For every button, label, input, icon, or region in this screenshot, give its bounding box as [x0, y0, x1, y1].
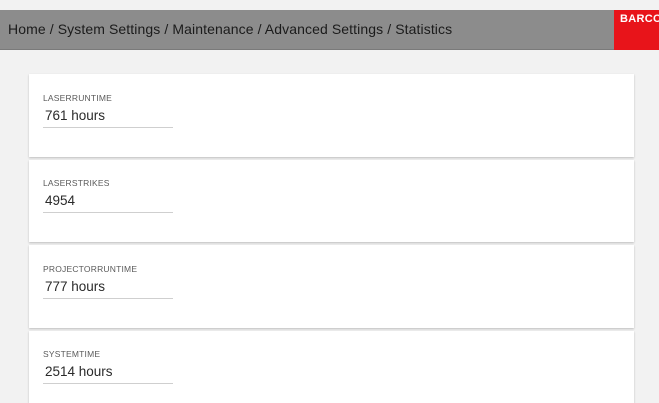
breadcrumb[interactable]: Home / System Settings / Maintenance / A…: [8, 21, 452, 37]
stat-value: 2514 hours: [45, 364, 113, 379]
barco-logo: BARCO: [614, 10, 659, 50]
logo-text: BARCO: [620, 13, 659, 25]
stat-label: LASERRUNTIME: [43, 93, 112, 103]
stat-card-laser-runtime: LASERRUNTIME 761 hours: [29, 74, 634, 157]
stat-value: 777 hours: [45, 279, 106, 294]
statistics-page: Home / System Settings / Maintenance / A…: [0, 0, 659, 403]
stat-underline: [43, 298, 173, 299]
stat-label: PROJECTORRUNTIME: [43, 264, 138, 274]
statistics-list: LASERRUNTIME 761 hours LASERSTRIKES 4954…: [0, 51, 659, 403]
stat-underline: [43, 127, 173, 128]
stat-value: 4954: [45, 193, 76, 208]
stat-card-laser-strikes: LASERSTRIKES 4954: [29, 160, 634, 242]
stat-underline: [43, 212, 173, 213]
top-bar: Home / System Settings / Maintenance / A…: [0, 10, 659, 50]
stat-card-system-time: SYSTEMTIME 2514 hours: [29, 331, 634, 403]
stat-label: SYSTEMTIME: [43, 349, 101, 359]
stat-label: LASERSTRIKES: [43, 178, 110, 188]
stat-underline: [43, 383, 173, 384]
stat-value: 761 hours: [45, 108, 106, 123]
stat-card-projector-runtime: PROJECTORRUNTIME 777 hours: [29, 245, 634, 328]
